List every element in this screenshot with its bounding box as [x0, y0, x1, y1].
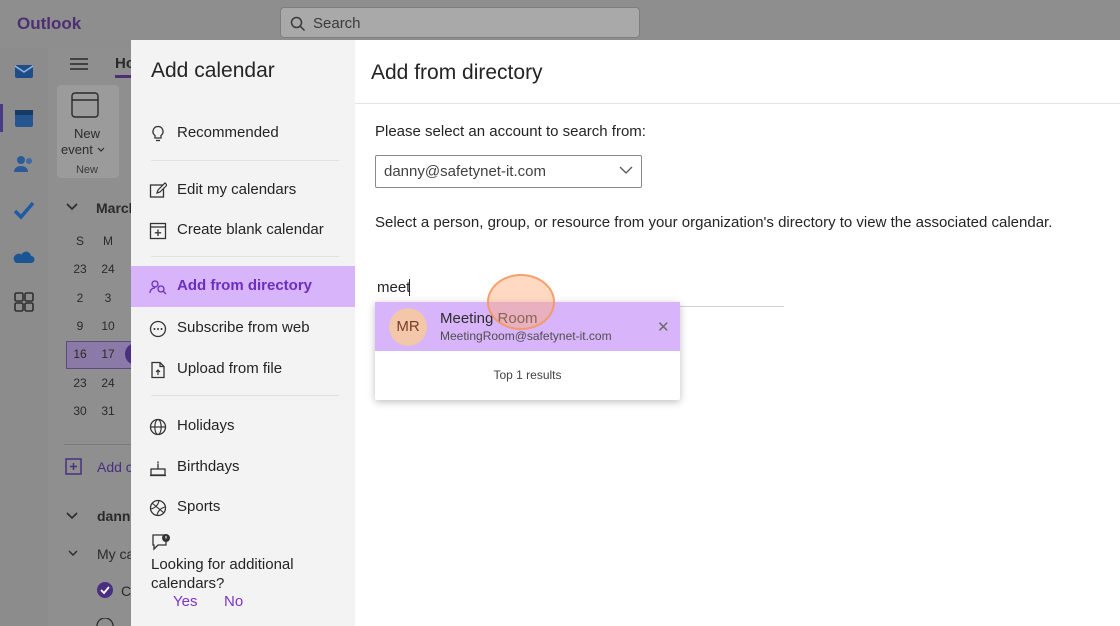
collapse-month-icon[interactable] — [66, 203, 78, 211]
chevron-down-icon — [619, 166, 633, 174]
lightbulb-icon — [152, 125, 164, 142]
header-divider — [355, 103, 1120, 104]
nav-item-label: Recommended — [177, 124, 279, 141]
new-event-icon — [71, 92, 99, 118]
search-box[interactable]: Search — [280, 7, 640, 38]
close-icon[interactable]: ✕ — [657, 318, 670, 336]
calendar-day[interactable]: 31 — [94, 404, 122, 418]
nav-item-edit-my-calendars[interactable]: Edit my calendars — [131, 170, 355, 210]
divider — [64, 444, 131, 445]
add-calendar-icon — [65, 458, 82, 475]
calendar-day[interactable]: 24 — [94, 376, 122, 390]
new-event-button[interactable]: New event New — [57, 85, 119, 178]
nav-item-label: Upload from file — [177, 360, 283, 377]
rail-selected-indicator — [0, 104, 3, 132]
checkbox-checked-icon[interactable] — [96, 581, 114, 599]
calendar-add-icon — [149, 222, 167, 240]
sports-ball-icon — [149, 499, 167, 517]
directory-search-value: meet — [377, 279, 411, 296]
nav-item-upload-from-file[interactable]: Upload from file — [131, 349, 355, 389]
avatar: MR — [389, 308, 427, 346]
calendar-day[interactable]: 24 — [94, 262, 122, 276]
directory-instruction: Select a person, group, or resource from… — [375, 214, 1053, 231]
calendar-day[interactable]: 23 — [66, 376, 94, 390]
results-count: Top 1 results — [493, 368, 562, 382]
account-select-value: danny@safetynet-it.com — [384, 163, 546, 180]
collapse-account-icon[interactable] — [66, 512, 78, 520]
nav-item-label: Edit my calendars — [177, 181, 297, 198]
click-indicator — [487, 274, 555, 330]
account-prompt: Please select an account to search from: — [375, 123, 646, 140]
weekday-header: M — [103, 234, 113, 248]
calendar-day[interactable]: 17 — [94, 347, 122, 361]
tab-home-underline — [115, 75, 131, 78]
todo-icon[interactable] — [12, 198, 36, 222]
app-logo[interactable]: Outlook — [17, 14, 81, 34]
ribbon-group-label: New — [75, 164, 98, 176]
calendar-day[interactable]: 3 — [94, 291, 122, 305]
new-event-label-2: event — [61, 142, 93, 157]
mail-icon[interactable] — [12, 58, 36, 82]
nav-separator — [151, 395, 339, 396]
checkbox-unchecked-icon[interactable] — [96, 618, 114, 626]
calendar-day[interactable]: 23 — [66, 262, 94, 276]
search-placeholder: Search — [313, 15, 361, 32]
feedback-yes-link[interactable]: Yes — [173, 593, 197, 610]
nav-separator — [151, 160, 339, 161]
nav-separator — [151, 256, 339, 257]
people-icon[interactable] — [12, 152, 36, 176]
calendar-day[interactable]: 30 — [66, 404, 94, 418]
dialog-title: Add calendar — [151, 59, 275, 82]
app-rail — [0, 48, 48, 626]
people-search-icon — [149, 280, 167, 295]
new-event-label: New — [73, 126, 100, 141]
nav-item-recommended[interactable]: Recommended — [131, 113, 355, 153]
nav-item-add-from-directory[interactable]: Add from directory — [131, 266, 355, 307]
collapse-my-calendars-icon[interactable] — [68, 550, 78, 557]
nav-item-holidays[interactable]: Holidays — [131, 406, 355, 446]
web-link-icon — [149, 320, 167, 338]
feedback-icon — [152, 534, 170, 551]
chevron-down-icon — [97, 147, 105, 152]
account-select[interactable]: danny@safetynet-it.com — [375, 155, 642, 188]
feedback-question: Looking for additional calendars? — [151, 556, 294, 592]
nav-item-label: Create blank calendar — [177, 221, 324, 238]
my-calendars-group[interactable]: My ca — [97, 546, 134, 562]
edit-icon — [149, 182, 167, 198]
calendar-day[interactable]: 2 — [66, 291, 94, 305]
globe-icon — [149, 418, 167, 436]
text-caret — [409, 279, 410, 296]
apps-icon[interactable] — [12, 290, 36, 314]
calendar-icon[interactable] — [12, 106, 36, 130]
panel-title: Add from directory — [371, 61, 543, 84]
suggestion-email: MeetingRoom@safetynet-it.com — [440, 329, 612, 343]
nav-item-birthdays[interactable]: Birthdays — [131, 447, 355, 487]
onedrive-icon[interactable] — [12, 246, 36, 270]
cake-icon — [150, 461, 166, 477]
nav-item-create-blank-calendar[interactable]: Create blank calendar — [131, 210, 355, 250]
nav-item-subscribe-from-web[interactable]: Subscribe from web — [131, 308, 355, 348]
nav-item-label: Holidays — [177, 417, 235, 434]
nav-item-sports[interactable]: Sports — [131, 487, 355, 527]
calendar-day[interactable]: 16 — [66, 347, 94, 361]
nav-item-label: Add from directory — [177, 277, 313, 294]
hamburger-icon[interactable] — [70, 57, 88, 71]
calendar-day[interactable]: 9 — [66, 319, 94, 333]
weekday-header: S — [75, 234, 84, 248]
calendar-item[interactable]: C — [121, 583, 131, 599]
calendar-day[interactable]: 10 — [94, 319, 122, 333]
feedback-no-link[interactable]: No — [224, 593, 243, 610]
nav-item-label: Sports — [177, 498, 221, 515]
add-calendar-link[interactable]: Add c — [97, 459, 133, 475]
nav-item-label: Birthdays — [177, 458, 240, 475]
file-upload-icon — [151, 361, 165, 379]
nav-item-label: Subscribe from web — [177, 319, 310, 336]
search-icon — [290, 16, 306, 32]
